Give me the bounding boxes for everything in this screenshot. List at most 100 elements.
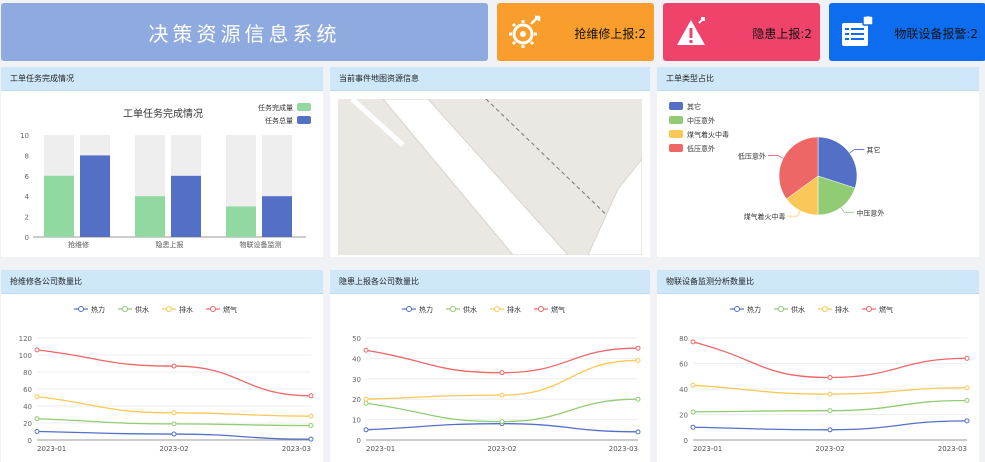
data-point [499, 392, 505, 398]
legend-swatch [669, 116, 683, 124]
legend-label: 供水 [791, 305, 805, 314]
data-point [827, 391, 833, 397]
x-tick-label: 2023-01 [693, 445, 722, 453]
data-point [635, 357, 641, 363]
iot-line-chart: 热力 供水 排水 燃气 0 20 40 60 80 2023-01 2023-02 2023-03 [679, 305, 970, 453]
data-point [34, 347, 40, 353]
x-tick-label: 2023-02 [815, 445, 844, 453]
pie-leader-line [849, 149, 865, 154]
data-point [690, 382, 696, 388]
data-point [308, 423, 314, 429]
pie-label: 煤气着火中毒 [744, 212, 786, 221]
y-tick-label: 10 [352, 417, 361, 425]
hazard-alert-card[interactable]: 隐患上报:2 [663, 3, 820, 61]
device-alarm-icon [842, 15, 874, 46]
panel-header: 工单类型占比 [657, 67, 979, 91]
series-line [365, 347, 639, 374]
y-tick-label: 60 [679, 361, 688, 369]
pie-leader-line [787, 210, 801, 217]
bar-done [135, 196, 165, 237]
x-tick-label: 2023-03 [282, 445, 311, 453]
x-tick-label: 物联设备监测 [240, 240, 282, 249]
x-tick-label: 隐患上报 [156, 240, 184, 249]
legend-label: 燃气 [879, 305, 893, 314]
data-point [690, 409, 696, 415]
legend-label: 燃气 [551, 305, 565, 314]
y-tick-label: 40 [679, 386, 688, 394]
data-point [635, 345, 641, 351]
data-point [690, 339, 696, 345]
warning-icon [677, 17, 705, 45]
data-point [171, 363, 177, 369]
legend-marker [78, 306, 84, 312]
y-tick-label: 8 [25, 152, 29, 160]
top-bar: 决策资源信息系统 抢维修上报:2 隐患上报:2 物联设备报警:2 [0, 0, 985, 64]
x-tick-label: 2023-02 [487, 445, 516, 453]
legend-label: 任务总量 [265, 116, 293, 125]
data-point [363, 400, 369, 406]
legend-swatch [669, 102, 683, 110]
system-title-box: 决策资源信息系统 [1, 3, 488, 61]
y-tick-label: 20 [23, 420, 32, 428]
data-point [964, 385, 970, 391]
legend-swatch [297, 103, 311, 111]
pie-label: 中压意外 [856, 208, 884, 217]
event-map[interactable]: · [338, 99, 642, 255]
bar-total [262, 196, 292, 237]
task-completion-panel: 工单任务完成情况 工单任务完成情况 0 2 4 6 8 10 抢维修 隐患上报 物联设备监测 任务完… [1, 67, 323, 257]
y-tick-label: 0 [684, 437, 688, 445]
panel-header: 抢维修各公司数量比 [1, 270, 323, 294]
data-point [499, 370, 505, 376]
y-tick-label: 2 [25, 214, 29, 222]
data-point [308, 436, 314, 442]
y-tick-label: 20 [679, 412, 688, 420]
bar-done [226, 206, 256, 237]
y-tick-label: 60 [23, 386, 32, 394]
pie-label: 其它 [866, 146, 880, 155]
x-tick-label: 2023-03 [938, 445, 967, 453]
legend-marker [778, 306, 784, 312]
legend-label: 热力 [419, 305, 433, 314]
repair-alert-label: 抢维修上报:2 [574, 27, 646, 41]
pie-label: 低压意外 [738, 152, 766, 161]
legend-label: 煤气着火中毒 [687, 130, 729, 139]
data-point [171, 431, 177, 437]
legend-label: 排水 [507, 305, 521, 314]
legend-swatch [669, 130, 683, 138]
hazard-line-chart: 热力 供水 排水 燃气 0 10 20 30 40 50 2023-01 2023-02 2023-03 [352, 305, 641, 453]
data-point [34, 429, 40, 434]
panel-header: 物联设备监测分析数量比 [657, 270, 979, 294]
legend-swatch [669, 144, 683, 152]
y-tick-label: 100 [19, 352, 32, 360]
x-tick-label: 抢维修 [68, 240, 89, 249]
y-tick-label: 80 [679, 335, 688, 343]
legend-marker [866, 306, 872, 312]
iot-alert-card[interactable]: 物联设备报警:2 [829, 3, 985, 61]
order-type-pie-chart: 其它中压意外煤气着火中毒低压意外 其它中压意外煤气着火中毒低压意外 [669, 102, 884, 221]
data-point [34, 394, 40, 400]
legend-marker [450, 306, 456, 312]
data-point [363, 427, 369, 433]
map-canvas: · [350, 99, 642, 255]
data-point [363, 396, 369, 402]
system-title: 决策资源信息系统 [148, 21, 341, 46]
y-tick-label: 40 [352, 355, 361, 363]
y-tick-label: 0 [28, 437, 32, 445]
data-point [964, 397, 970, 403]
repair-alert-card[interactable]: 抢维修上报:2 [497, 3, 654, 61]
legend-marker [406, 306, 412, 312]
legend-label: 排水 [835, 305, 849, 314]
y-tick-label: 40 [23, 403, 32, 411]
pie-leader-line [767, 155, 784, 159]
bar-done [44, 175, 74, 237]
bar-total [171, 175, 201, 237]
legend-label: 排水 [179, 305, 193, 314]
data-point [171, 421, 177, 427]
data-point [34, 416, 40, 422]
legend-marker [734, 306, 740, 312]
x-tick-label: 2023-03 [609, 445, 638, 453]
map-panel: 当前事件地图资源信息 · [330, 67, 650, 257]
legend-label: 其它 [687, 102, 701, 111]
panel-header: 当前事件地图资源信息 [330, 67, 650, 91]
data-point [363, 347, 369, 353]
